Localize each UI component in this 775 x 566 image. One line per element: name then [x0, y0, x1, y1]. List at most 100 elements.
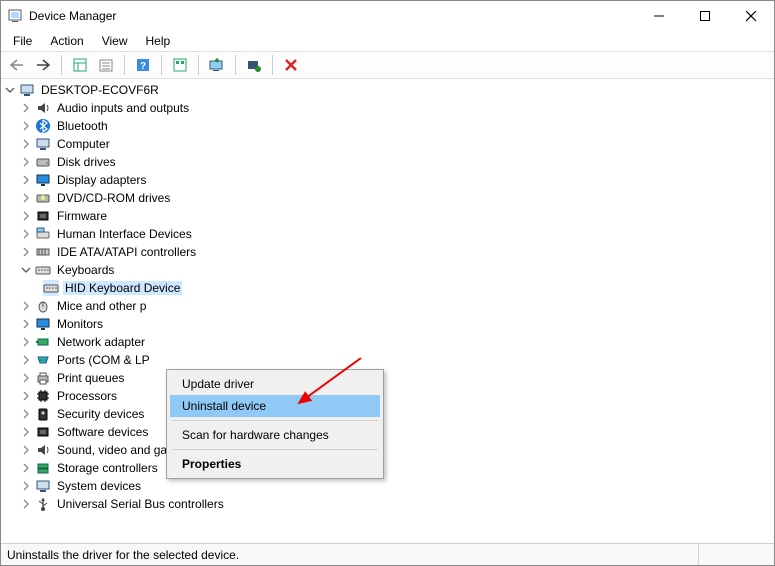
expand-icon[interactable] [19, 119, 33, 133]
separator [172, 449, 378, 450]
window-title: Device Manager [29, 9, 116, 23]
tree-item-dvd[interactable]: DVD/CD-ROM drives [3, 189, 774, 207]
update-driver-button[interactable] [205, 54, 229, 76]
expand-icon[interactable] [19, 353, 33, 367]
processor-icon [35, 388, 51, 404]
menu-file[interactable]: File [5, 32, 40, 50]
network-icon [35, 334, 51, 350]
forward-button[interactable] [31, 54, 55, 76]
expand-icon[interactable] [19, 497, 33, 511]
expand-icon[interactable] [19, 155, 33, 169]
expand-icon[interactable] [19, 443, 33, 457]
tree-item-hid-keyboard-device[interactable]: HID Keyboard Device [3, 279, 774, 297]
expand-icon[interactable] [19, 371, 33, 385]
uninstall-button[interactable] [279, 54, 303, 76]
tree-item-network[interactable]: Network adapter [3, 333, 774, 351]
tree-item-software[interactable]: Software devices [3, 423, 774, 441]
expand-icon[interactable] [19, 317, 33, 331]
status-bar: Uninstalls the driver for the selected d… [1, 543, 774, 565]
collapse-icon[interactable] [3, 83, 17, 97]
tree-item-display[interactable]: Display adapters [3, 171, 774, 189]
titlebar: Device Manager [1, 1, 774, 31]
expand-icon[interactable] [19, 173, 33, 187]
keyboard-icon [35, 262, 51, 278]
computer-icon [19, 82, 35, 98]
security-icon [35, 406, 51, 422]
device-tree[interactable]: DESKTOP-ECOVF6R Audio inputs and outputs… [1, 79, 774, 543]
monitor-icon [35, 316, 51, 332]
expand-icon[interactable] [19, 479, 33, 493]
computer-icon [35, 136, 51, 152]
keyboard-icon [43, 280, 59, 296]
tree-item-firmware[interactable]: Firmware [3, 207, 774, 225]
tree-item-security[interactable]: Security devices [3, 405, 774, 423]
printer-icon [35, 370, 51, 386]
tree-item-print[interactable]: Print queues [3, 369, 774, 387]
tree-item-storage[interactable]: Storage controllers [3, 459, 774, 477]
expand-icon[interactable] [19, 101, 33, 115]
collapse-icon[interactable] [19, 263, 33, 277]
expand-icon[interactable] [19, 137, 33, 151]
tree-item-mice[interactable]: Mice and other p [3, 297, 774, 315]
tree-item-ide[interactable]: IDE ATA/ATAPI controllers [3, 243, 774, 261]
storage-icon [35, 460, 51, 476]
tree-item-usb[interactable]: Universal Serial Bus controllers [3, 495, 774, 513]
help-button[interactable]: ? [131, 54, 155, 76]
expand-icon[interactable] [19, 335, 33, 349]
expand-icon[interactable] [19, 191, 33, 205]
system-icon [35, 478, 51, 494]
tree-item-system[interactable]: System devices [3, 477, 774, 495]
context-properties[interactable]: Properties [170, 453, 380, 475]
back-button[interactable] [5, 54, 29, 76]
tree-item-bluetooth[interactable]: Bluetooth [3, 117, 774, 135]
scan-hardware-button[interactable] [242, 54, 266, 76]
menu-help[interactable]: Help [138, 32, 179, 50]
expand-icon[interactable] [19, 407, 33, 421]
hid-icon [35, 226, 51, 242]
tree-item-processors[interactable]: Processors [3, 387, 774, 405]
minimize-button[interactable] [636, 1, 682, 31]
usb-icon [35, 496, 51, 512]
context-uninstall-device[interactable]: Uninstall device [170, 395, 380, 417]
mouse-icon [35, 298, 51, 314]
tree-root[interactable]: DESKTOP-ECOVF6R [3, 81, 774, 99]
app-icon [7, 8, 23, 24]
tree-item-disk[interactable]: Disk drives [3, 153, 774, 171]
context-menu: Update driver Uninstall device Scan for … [166, 369, 384, 479]
expand-icon[interactable] [19, 245, 33, 259]
display-icon [35, 172, 51, 188]
toolbar: ? [1, 51, 774, 79]
sound-icon [35, 442, 51, 458]
tree-item-computer[interactable]: Computer [3, 135, 774, 153]
dvd-icon [35, 190, 51, 206]
tree-item-hid[interactable]: Human Interface Devices [3, 225, 774, 243]
tree-item-monitors[interactable]: Monitors [3, 315, 774, 333]
close-button[interactable] [728, 1, 774, 31]
expand-icon[interactable] [19, 299, 33, 313]
show-hide-console-tree-button[interactable] [68, 54, 92, 76]
expand-icon[interactable] [19, 209, 33, 223]
tree-item-audio[interactable]: Audio inputs and outputs [3, 99, 774, 117]
menu-view[interactable]: View [94, 32, 136, 50]
expand-icon[interactable] [19, 425, 33, 439]
maximize-button[interactable] [682, 1, 728, 31]
menu-bar: File Action View Help [1, 31, 774, 51]
tree-item-ports[interactable]: Ports (COM & LP [3, 351, 774, 369]
status-text: Uninstalls the driver for the selected d… [7, 548, 698, 562]
bluetooth-icon [35, 118, 51, 134]
expand-icon[interactable] [19, 461, 33, 475]
svg-text:?: ? [140, 61, 146, 72]
tree-item-sound[interactable]: Sound, video and game controllers [3, 441, 774, 459]
status-cell-empty [698, 544, 768, 565]
context-update-driver[interactable]: Update driver [170, 373, 380, 395]
properties-button[interactable] [94, 54, 118, 76]
context-scan-hardware[interactable]: Scan for hardware changes [170, 424, 380, 446]
firmware-icon [35, 208, 51, 224]
expand-icon[interactable] [19, 227, 33, 241]
ports-icon [35, 352, 51, 368]
action-button[interactable] [168, 54, 192, 76]
tree-item-keyboards[interactable]: Keyboards [3, 261, 774, 279]
expand-icon[interactable] [19, 389, 33, 403]
device-manager-window: Device Manager File Action View Help ? [0, 0, 775, 566]
menu-action[interactable]: Action [42, 32, 91, 50]
